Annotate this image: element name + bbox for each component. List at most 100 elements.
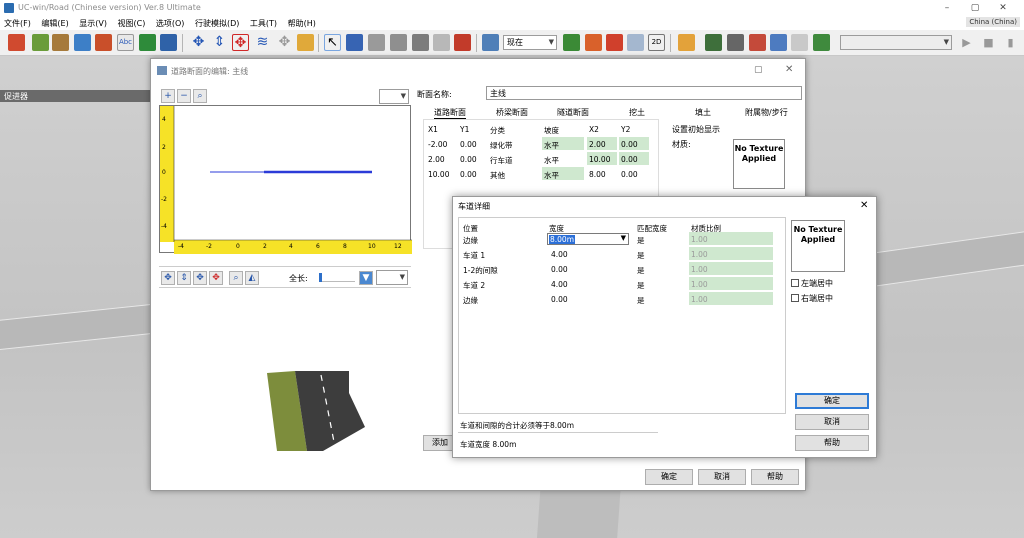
- view-icon[interactable]: ◭: [245, 271, 259, 285]
- lane-width-value[interactable]: 0.00: [551, 265, 568, 274]
- cancel-button[interactable]: 取消: [698, 469, 746, 485]
- slider-thumb[interactable]: [319, 273, 322, 282]
- menu-options[interactable]: 选项(O): [152, 16, 189, 29]
- view-2d-button[interactable]: 2D: [648, 34, 665, 51]
- cursor-icon[interactable]: ↖: [324, 34, 341, 51]
- sign-icon[interactable]: [390, 34, 407, 51]
- scenario-combo[interactable]: ▼: [840, 35, 952, 50]
- menu-camera[interactable]: 视图(C): [114, 16, 150, 29]
- measure-icon[interactable]: [412, 34, 429, 51]
- time-combo[interactable]: 现在 ▼: [503, 35, 557, 50]
- weather-icon[interactable]: [627, 34, 644, 51]
- terrain-tool-icon[interactable]: [32, 34, 49, 51]
- lane-width-value[interactable]: 8.00m: [549, 235, 576, 244]
- tree-tool-icon[interactable]: [139, 34, 156, 51]
- help-button[interactable]: 帮助: [795, 435, 869, 451]
- menu-help[interactable]: 帮助(H): [284, 16, 320, 29]
- record-icon[interactable]: [606, 34, 623, 51]
- cancel-button[interactable]: 取消: [795, 414, 869, 430]
- table-cell[interactable]: 8.00: [589, 170, 606, 179]
- sun-icon[interactable]: [482, 34, 499, 51]
- left-center-checkbox[interactable]: 左端居中: [791, 278, 833, 289]
- zoom-out-icon[interactable]: −: [177, 89, 191, 103]
- lane-match[interactable]: 是: [637, 280, 645, 291]
- lane-match[interactable]: 是: [637, 250, 645, 261]
- script-icon[interactable]: [770, 34, 787, 51]
- table-cell[interactable]: 0.00: [460, 170, 477, 179]
- table-cell[interactable]: 0.00: [621, 170, 638, 179]
- pan-icon[interactable]: ✥: [276, 34, 293, 51]
- rotate-icon[interactable]: ✥: [232, 34, 249, 51]
- move-icon[interactable]: ✥: [190, 34, 207, 51]
- rotate-icon[interactable]: ✥: [193, 271, 207, 285]
- lane-ratio[interactable]: 1.00: [689, 292, 773, 305]
- section-view-combo[interactable]: ▼: [379, 89, 409, 104]
- filter-icon[interactable]: ▼: [359, 271, 373, 285]
- table-cell[interactable]: 10.00: [587, 152, 617, 165]
- lane-texture-selector[interactable]: No Texture Applied: [791, 220, 845, 272]
- help-button[interactable]: 帮助: [751, 469, 799, 485]
- lane-match[interactable]: 是: [637, 265, 645, 276]
- menu-view[interactable]: 显示(V): [75, 16, 111, 29]
- more-icon[interactable]: ▮: [1002, 34, 1019, 51]
- table-cell[interactable]: 2.00: [428, 155, 445, 164]
- chart-icon[interactable]: [585, 34, 602, 51]
- move-icon[interactable]: ✥: [161, 271, 175, 285]
- car-icon[interactable]: [346, 34, 363, 51]
- fly-icon[interactable]: ≋: [254, 34, 271, 51]
- ok-button[interactable]: 确定: [645, 469, 693, 485]
- section-name-input[interactable]: 主线: [486, 86, 802, 100]
- signal-icon[interactable]: [368, 34, 385, 51]
- tab-tunnel-section[interactable]: 隧道断面: [557, 107, 589, 118]
- road-tool-icon[interactable]: [8, 34, 25, 51]
- table-cell[interactable]: 水平: [544, 155, 559, 166]
- file-icon[interactable]: [791, 34, 808, 51]
- paint-icon[interactable]: [678, 34, 695, 51]
- text-tool-icon[interactable]: Abc: [117, 34, 134, 51]
- table-cell[interactable]: 行车道: [490, 155, 513, 166]
- maximize-icon[interactable]: ▢: [754, 65, 763, 75]
- table-cell[interactable]: 0.00: [460, 140, 477, 149]
- checkbox-box[interactable]: [791, 294, 799, 302]
- close-icon[interactable]: ✕: [860, 200, 868, 211]
- section-plot[interactable]: 4 2 0 -2 -4 -4 -2 0 2 4 6 8 10 12: [159, 105, 412, 254]
- lane-ratio[interactable]: 1.00: [689, 247, 773, 260]
- lane-width-value[interactable]: 0.00: [551, 295, 568, 304]
- lane-match[interactable]: 是: [637, 235, 645, 246]
- table-cell[interactable]: 0.00: [460, 155, 477, 164]
- table-cell[interactable]: 10.00: [428, 170, 449, 179]
- table-cell[interactable]: 绿化带: [490, 140, 513, 151]
- tab-fill[interactable]: 填土: [695, 107, 711, 118]
- tab-cut[interactable]: 挖土: [629, 107, 645, 118]
- zoom-in-icon[interactable]: +: [161, 89, 175, 103]
- traffic-tool-icon[interactable]: [74, 34, 91, 51]
- ok-button[interactable]: 确定: [795, 393, 869, 409]
- people-tool-icon[interactable]: [95, 34, 112, 51]
- orbit-icon[interactable]: ✥: [209, 271, 223, 285]
- chevron-down-icon[interactable]: ▼: [621, 234, 626, 242]
- updown-icon[interactable]: ⇕: [211, 34, 228, 51]
- lane-width-input[interactable]: 8.00m ▼: [547, 233, 629, 245]
- model-tool-icon[interactable]: [52, 34, 69, 51]
- play-icon[interactable]: ▶: [958, 34, 975, 51]
- material-texture-selector[interactable]: No Texture Applied: [733, 139, 785, 189]
- close-icon[interactable]: ✕: [785, 64, 793, 75]
- maximize-icon[interactable]: ▢: [968, 2, 982, 14]
- walk-icon[interactable]: [297, 34, 314, 51]
- table-cell[interactable]: 0.00: [619, 137, 649, 150]
- play-green-icon[interactable]: [563, 34, 580, 51]
- car-front-icon[interactable]: [727, 34, 744, 51]
- stop-icon[interactable]: ■: [980, 34, 997, 51]
- close-icon[interactable]: ✕: [996, 2, 1010, 14]
- checkbox-box[interactable]: [791, 279, 799, 287]
- lane-ratio[interactable]: 1.00: [689, 262, 773, 275]
- person-icon[interactable]: [454, 34, 471, 51]
- menu-edit[interactable]: 编辑(E): [37, 16, 72, 29]
- tab-bridge-section[interactable]: 桥梁断面: [496, 107, 528, 118]
- lane-width-value[interactable]: 4.00: [551, 280, 568, 289]
- table-cell[interactable]: 0.00: [619, 152, 649, 165]
- lane-width-value[interactable]: 4.00: [551, 250, 568, 259]
- tab-road-section[interactable]: 道路断面: [434, 107, 466, 119]
- zoom-fit-icon[interactable]: ⌕: [193, 89, 207, 103]
- image-tool-icon[interactable]: [160, 34, 177, 51]
